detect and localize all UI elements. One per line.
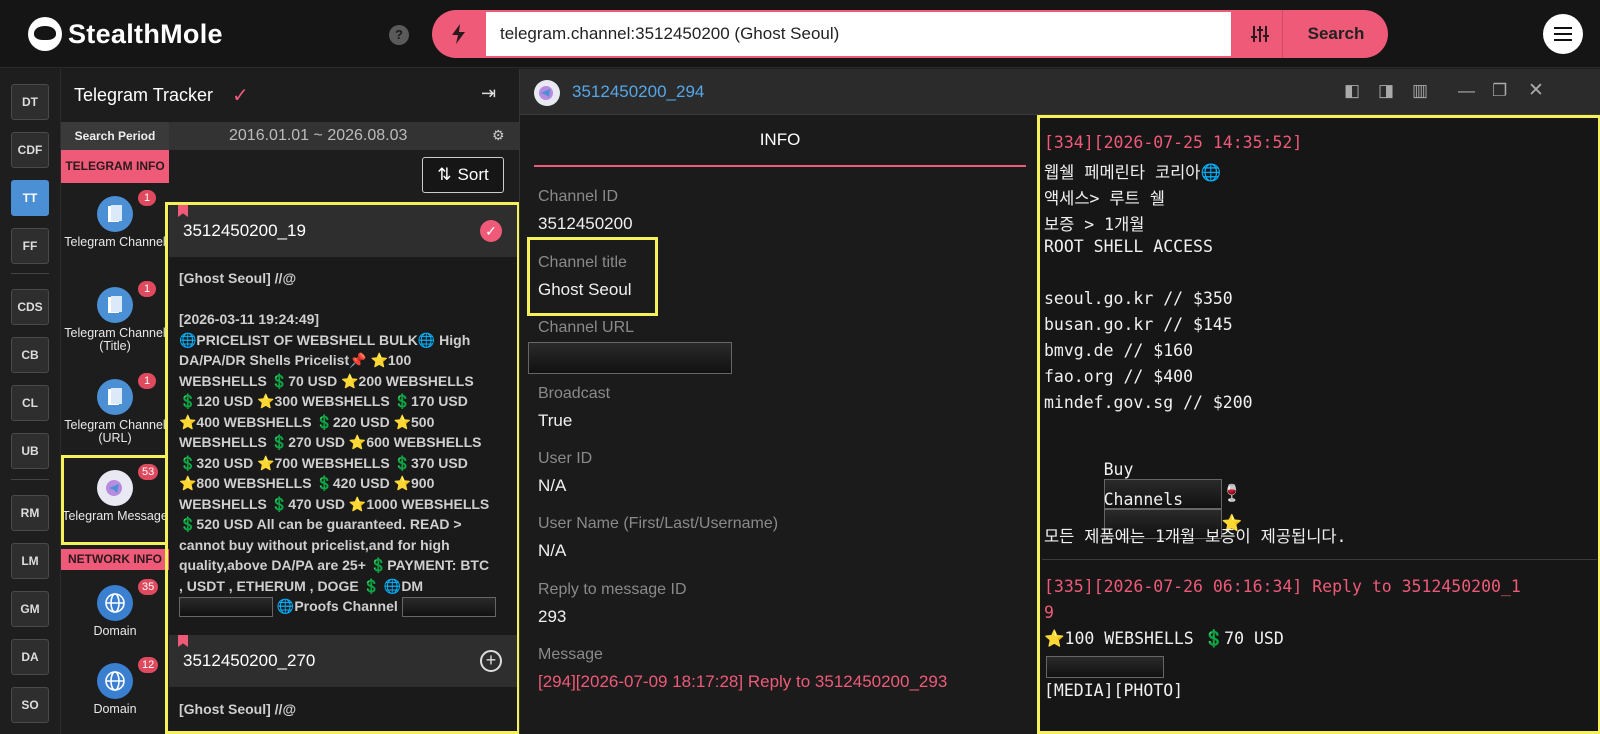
category-telegram-channel-title[interactable]: 1 Telegram Channel (Title) (61, 281, 169, 353)
reply-to-id-value: 293 (538, 607, 567, 626)
rail-item-so[interactable]: SO (11, 687, 49, 723)
message-detail-window: 3512450200_294 ◧ ◨ ▥ — ❐ ✕ INFO Channel … (519, 69, 1600, 734)
field-label: Message (538, 646, 603, 663)
category-label: Telegram Channel (64, 235, 166, 249)
highlight-box (1037, 115, 1600, 734)
search-input[interactable] (486, 12, 1231, 56)
restore-icon[interactable]: ❐ (1492, 81, 1507, 101)
rail-item-cl[interactable]: CL (11, 385, 49, 421)
sort-label: Sort (457, 165, 489, 184)
close-icon[interactable]: ✕ (1528, 79, 1544, 102)
tab-info[interactable]: INFO (534, 127, 1026, 167)
search-period-value[interactable]: 2016.01.01 ~ 2026.08.03 (169, 122, 519, 150)
bolt-icon[interactable] (432, 10, 486, 58)
collapse-panel-icon[interactable]: ⇥ (481, 83, 496, 104)
count-badge: 1 (138, 373, 156, 389)
filter-sliders-icon[interactable] (1237, 10, 1283, 58)
rail-item-da[interactable]: DA (11, 639, 49, 675)
user-id-value: N/A (538, 476, 567, 495)
rail-item-tt[interactable]: TT (11, 180, 49, 216)
user-name-value: N/A (538, 541, 567, 560)
rail-item-ub[interactable]: UB (11, 433, 49, 469)
globe-icon (97, 663, 133, 699)
help-icon[interactable]: ? (389, 25, 409, 45)
category-domain[interactable]: 35 Domain (61, 579, 169, 638)
highlight-box (61, 455, 168, 545)
document-icon (97, 379, 133, 415)
top-bar: StealthMole ? Search (0, 0, 1600, 68)
rail-item-cdf[interactable]: CDF (11, 132, 49, 168)
category-label: Telegram Channel (URL) (64, 418, 166, 445)
mole-logo-icon (28, 17, 62, 51)
network-info-header: NETWORK INFO (61, 549, 169, 570)
category-telegram-channel-url[interactable]: 1 Telegram Channel (URL) (61, 373, 169, 445)
checkmark-icon: ✓ (232, 85, 249, 107)
brand-logo[interactable]: StealthMole (28, 14, 223, 54)
module-rail: DT CDF TT FF CDS CB CL UB RM LM GM DA SO (0, 69, 61, 734)
detail-window-header: 3512450200_294 ◧ ◨ ▥ — ❐ ✕ (520, 69, 1600, 115)
field-label: User ID (538, 450, 593, 467)
sort-icon: ⇅ (437, 165, 452, 184)
field-label: Channel ID (538, 188, 619, 205)
layout-split-icon[interactable]: ◧ (1344, 81, 1360, 101)
category-telegram-channel[interactable]: 1 Telegram Channel (61, 190, 169, 249)
highlight-box (165, 202, 520, 734)
rail-divider (11, 479, 49, 480)
channel-id-value: 3512450200 (538, 214, 633, 233)
minimize-icon[interactable]: — (1458, 81, 1475, 101)
rail-divider (11, 273, 49, 274)
period-filter-icon[interactable]: ⚙ (492, 127, 505, 144)
layout-right-icon[interactable]: ▥ (1412, 81, 1428, 101)
field-label: Reply to message ID (538, 581, 687, 598)
brand-name: StealthMole (68, 18, 223, 49)
category-column: TELEGRAM INFO 1 Telegram Channel 1 Teleg… (61, 150, 169, 734)
rail-item-rm[interactable]: RM (11, 495, 49, 531)
rail-item-dt[interactable]: DT (11, 84, 49, 120)
telegram-info-header: TELEGRAM INFO (61, 150, 169, 183)
count-badge: 35 (138, 579, 159, 595)
telegram-tracker-panel: Telegram Tracker ✓ ⇥ Search Period 2016.… (61, 69, 520, 734)
search-button[interactable]: Search (1284, 10, 1388, 58)
telegram-message-icon (534, 80, 560, 106)
category-label: Domain (93, 702, 137, 716)
rail-item-cb[interactable]: CB (11, 337, 49, 373)
detail-title[interactable]: 3512450200_294 (572, 82, 704, 102)
menu-icon[interactable] (1543, 14, 1583, 54)
rail-item-cds[interactable]: CDS (11, 289, 49, 325)
rail-item-lm[interactable]: LM (11, 543, 49, 579)
field-label: Broadcast (538, 385, 611, 402)
sort-button[interactable]: ⇅ Sort (422, 157, 504, 193)
tracker-title: Telegram Tracker (74, 85, 214, 105)
document-icon (97, 287, 133, 323)
rail-item-gm[interactable]: GM (11, 591, 49, 627)
count-badge: 1 (138, 281, 156, 297)
globe-icon (97, 585, 133, 621)
category-domain[interactable]: 12 Domain (61, 657, 169, 716)
category-label: Domain (93, 624, 137, 638)
category-label: Telegram Channel (Title) (64, 326, 166, 353)
broadcast-value: True (538, 411, 573, 430)
search-bar: Search (432, 10, 1388, 58)
message-value[interactable]: [294][2026-07-09 18:17:28] Reply to 3512… (538, 672, 947, 692)
layout-left-icon[interactable]: ◨ (1378, 81, 1394, 101)
rail-item-ff[interactable]: FF (11, 228, 49, 264)
highlight-box (527, 237, 658, 316)
count-badge: 1 (138, 190, 156, 206)
field-label: User Name (First/Last/Username) (538, 515, 779, 532)
document-icon (97, 196, 133, 232)
redacted-channel-url (528, 342, 732, 374)
field-label: Channel URL (538, 319, 635, 336)
count-badge: 12 (138, 657, 159, 673)
search-period-label: Search Period (61, 122, 169, 150)
